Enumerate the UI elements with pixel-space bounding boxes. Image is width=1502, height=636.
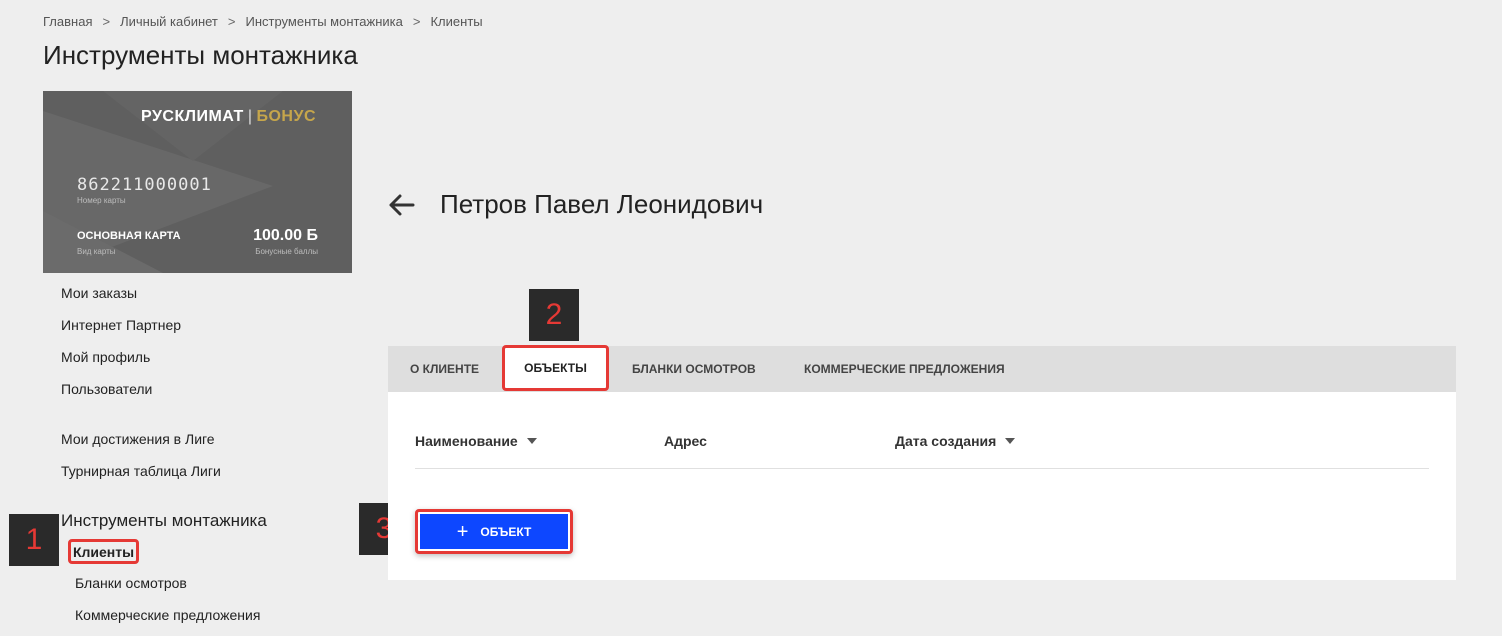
card-number: 862211000001: [77, 175, 212, 195]
card-brand-logo: РУСКЛИМАТ | БОНУС: [141, 108, 316, 126]
card-brand-accent: БОНУС: [256, 108, 316, 125]
annotation-badge-1: 1: [9, 514, 59, 566]
annotation-badge-2: 2: [529, 289, 579, 341]
sort-caret-icon[interactable]: [526, 438, 537, 444]
client-name: Петров Павел Леонидович: [440, 189, 764, 219]
card-balance-caption: Бонусные баллы: [255, 247, 318, 256]
card-brand-main: РУСКЛИМАТ: [141, 108, 244, 125]
column-header-name[interactable]: Наименование: [415, 433, 537, 449]
breadcrumb-clients: Клиенты: [430, 14, 483, 29]
sidebar-group-tools[interactable]: Инструменты монтажника: [61, 511, 267, 531]
sidebar-item-inspection-forms[interactable]: Бланки осмотров: [75, 575, 187, 591]
sidebar-item-clients[interactable]: Клиенты: [68, 539, 139, 564]
column-header-address-label: Адрес: [664, 433, 707, 449]
add-object-label: ОБЪЕКТ: [480, 524, 532, 539]
breadcrumb-separator: >: [412, 14, 421, 29]
breadcrumb: Главная > Личный кабинет > Инструменты м…: [43, 14, 483, 29]
sidebar-item-league-table[interactable]: Турнирная таблица Лиги: [61, 463, 221, 479]
card-brand-separator: |: [247, 108, 253, 125]
add-object-button[interactable]: + ОБЪЕКТ: [415, 509, 573, 554]
card-type-caption: Вид карты: [77, 247, 116, 256]
breadcrumb-home[interactable]: Главная: [43, 14, 92, 29]
breadcrumb-tools[interactable]: Инструменты монтажника: [245, 14, 402, 29]
tab-commercial-offers[interactable]: КОММЕРЧЕСКИЕ ПРЕДЛОЖЕНИЯ: [804, 346, 1005, 392]
sidebar-item-achievements[interactable]: Мои достижения в Лиге: [61, 431, 215, 447]
column-header-created-label: Дата создания: [895, 433, 997, 449]
arrow-left-icon[interactable]: [386, 190, 416, 220]
breadcrumb-separator: >: [227, 14, 236, 29]
card-type: ОСНОВНАЯ КАРТА: [77, 230, 181, 242]
column-header-address: Адрес: [664, 433, 707, 449]
sort-caret-icon[interactable]: [1005, 438, 1016, 444]
tab-inspection-forms[interactable]: БЛАНКИ ОСМОТРОВ: [632, 346, 756, 392]
sidebar-item-orders[interactable]: Мои заказы: [61, 285, 137, 301]
breadcrumb-separator: >: [102, 14, 111, 29]
sidebar-item-users[interactable]: Пользователи: [61, 381, 152, 397]
card-number-caption: Номер карты: [77, 196, 126, 205]
plus-icon: +: [456, 520, 469, 543]
column-header-created[interactable]: Дата создания: [895, 433, 1016, 449]
table-divider: [415, 468, 1429, 469]
tab-about-client[interactable]: О КЛИЕНТЕ: [410, 346, 479, 392]
card-balance: 100.00 Б: [253, 227, 318, 244]
bonus-card: РУСКЛИМАТ | БОНУС 862211000001 Номер карты…: [43, 91, 352, 273]
tab-objects[interactable]: ОБЪЕКТЫ: [502, 345, 609, 391]
sidebar-item-internet-partner[interactable]: Интернет Партнер: [61, 317, 181, 333]
column-header-name-label: Наименование: [415, 433, 518, 449]
breadcrumb-account[interactable]: Личный кабинет: [120, 14, 218, 29]
sidebar-item-commercial-offers[interactable]: Коммерческие предложения: [75, 607, 260, 623]
sidebar-item-profile[interactable]: Мой профиль: [61, 349, 150, 365]
page-title: Инструменты монтажника: [43, 40, 358, 70]
